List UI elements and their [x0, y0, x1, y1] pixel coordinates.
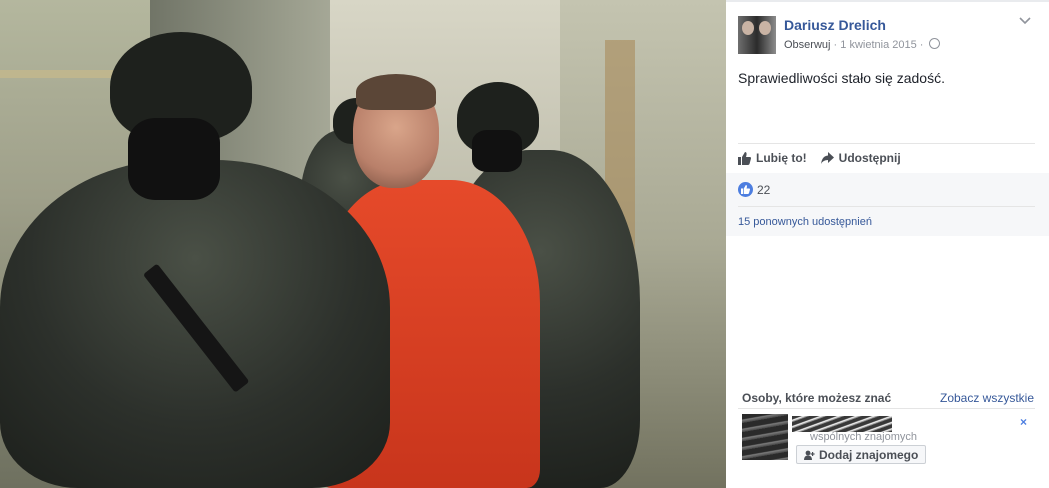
like-button[interactable]: Lubię to! — [738, 150, 807, 166]
follow-link[interactable]: Obserwuj — [784, 39, 830, 51]
divider — [738, 408, 1035, 409]
redacted-name-scribble — [792, 416, 892, 432]
shares-link[interactable]: 15 ponownych udostępnień — [738, 216, 872, 228]
globe-icon[interactable] — [928, 38, 940, 49]
suggested-person-avatar[interactable] — [742, 414, 788, 460]
top-border — [726, 0, 1049, 2]
share-button[interactable]: Udostępnij — [820, 150, 901, 166]
meta-separator: · — [833, 39, 838, 51]
add-friend-label: Dodaj znajomego — [819, 447, 919, 462]
close-icon[interactable]: × — [1020, 415, 1027, 429]
like-reaction-icon[interactable] — [738, 182, 753, 197]
add-friend-button[interactable]: Dodaj znajomego — [796, 445, 927, 464]
see-all-link[interactable]: Zobacz wszystkie — [940, 391, 1034, 405]
face-mask — [472, 130, 522, 172]
pymk-title: Osoby, które możesz znać — [742, 391, 892, 405]
post-meta: Obserwuj · 1 kwietnia 2015 · — [784, 38, 940, 51]
like-label: Lubię to! — [756, 151, 807, 165]
author-name-link[interactable]: Dariusz Drelich — [784, 17, 886, 33]
author-avatar[interactable] — [738, 16, 776, 54]
meta-separator: · — [919, 39, 924, 51]
mutual-friends-text[interactable]: wspólnych znajomych — [810, 431, 917, 443]
share-arrow-icon — [820, 152, 834, 164]
thumbs-up-icon — [738, 151, 751, 165]
add-friend-icon — [804, 450, 815, 460]
divider — [738, 143, 1035, 144]
post-photo[interactable] — [0, 0, 726, 488]
like-count[interactable]: 22 — [757, 183, 770, 197]
share-label: Udostępnij — [838, 151, 901, 165]
chevron-down-icon[interactable] — [1018, 15, 1032, 29]
post-actions: Lubię to! Udostępnij — [738, 150, 901, 166]
post-text: Sprawiedliwości stało się zadość. — [738, 70, 945, 86]
post-side-panel: Dariusz Drelich Obserwuj · 1 kwietnia 20… — [726, 0, 1049, 488]
divider — [738, 206, 1035, 207]
prisoner-hair — [356, 74, 436, 110]
face-mask — [128, 118, 220, 200]
post-date[interactable]: 1 kwietnia 2015 — [840, 39, 916, 51]
